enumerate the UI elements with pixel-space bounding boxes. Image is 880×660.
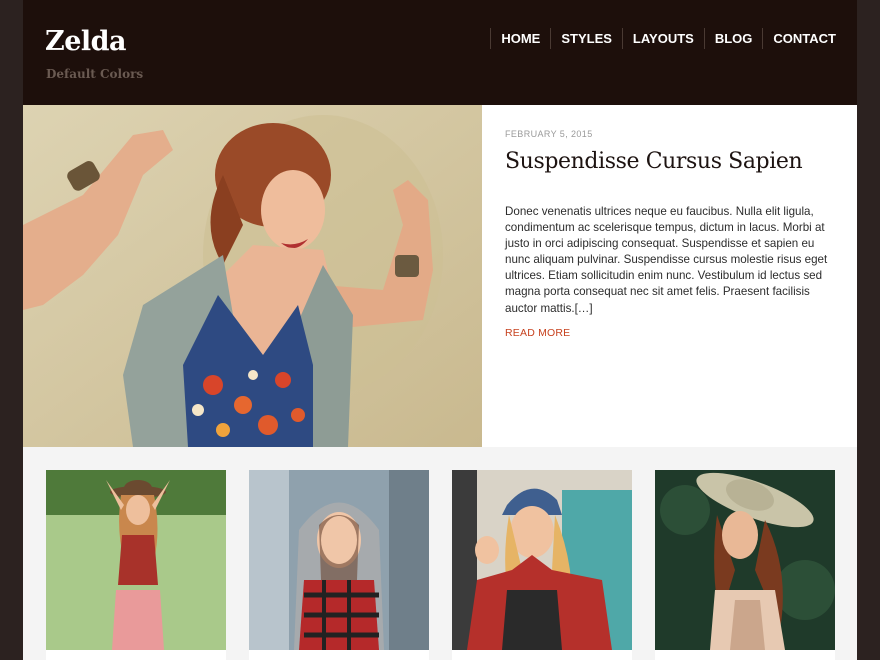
nav-item-layouts[interactable]: LAYOUTS <box>621 28 704 49</box>
nav-item-blog[interactable]: BLOG <box>703 28 763 49</box>
site-container: Zelda Default Colors HOME STYLES LAYOUTS… <box>23 0 857 660</box>
site-header: Zelda Default Colors HOME STYLES LAYOUTS… <box>23 0 857 105</box>
nav-item-contact[interactable]: CONTACT <box>762 28 836 49</box>
post-card <box>452 650 632 660</box>
post-date: FEBRUARY 5, 2015 <box>505 129 593 139</box>
site-logo[interactable]: Zelda <box>45 26 127 57</box>
post-thumbnail[interactable] <box>249 470 429 650</box>
featured-post: FEBRUARY 5, 2015 Suspendisse Cursus Sapi… <box>23 105 857 447</box>
post-card <box>249 650 429 660</box>
post-thumbnails <box>23 447 857 660</box>
featured-image[interactable] <box>23 105 482 447</box>
nav-item-home[interactable]: HOME <box>490 28 550 49</box>
post-thumbnail[interactable] <box>452 470 632 650</box>
post-excerpt: Donec venenatis ultrices neque eu faucib… <box>505 205 828 315</box>
site-tagline: Default Colors <box>46 67 144 81</box>
read-more-link[interactable]: READ MORE <box>505 327 570 339</box>
post-thumbnail[interactable] <box>655 470 835 650</box>
post-card <box>46 650 226 660</box>
post-card <box>655 650 835 660</box>
post-title[interactable]: Suspendisse Cursus Sapien <box>505 149 803 174</box>
post-thumbnail[interactable] <box>46 470 226 650</box>
nav-item-styles[interactable]: STYLES <box>550 28 622 49</box>
main-nav: HOME STYLES LAYOUTS BLOG CONTACT <box>490 28 836 49</box>
